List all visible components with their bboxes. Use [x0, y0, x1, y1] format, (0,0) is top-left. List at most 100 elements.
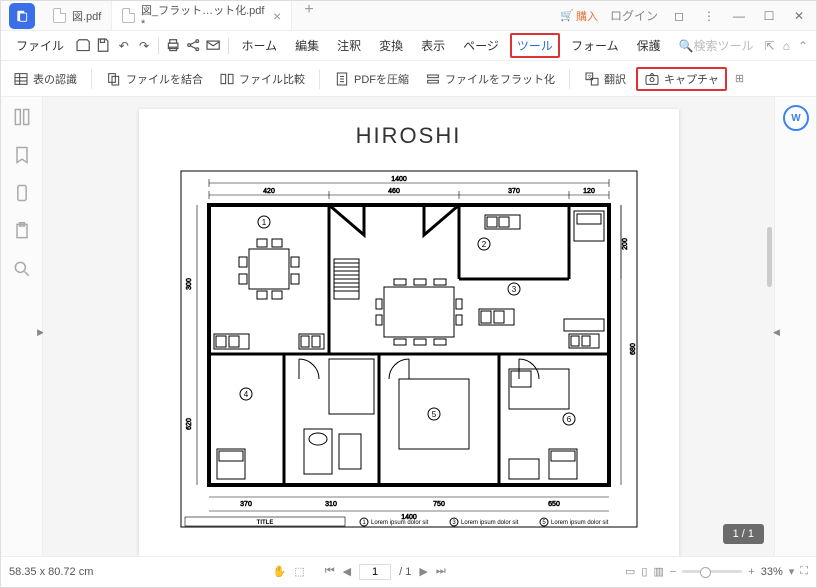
- svg-text:4: 4: [243, 390, 248, 399]
- svg-text:620: 620: [186, 418, 193, 430]
- first-page-icon[interactable]: ⏮: [325, 565, 335, 578]
- layout-icon[interactable]: ▥: [653, 565, 663, 578]
- zoom-slider[interactable]: [682, 570, 742, 573]
- menu-view[interactable]: 表示: [414, 33, 452, 58]
- svg-text:1: 1: [261, 218, 266, 227]
- menu-convert[interactable]: 変換: [372, 33, 410, 58]
- svg-text:6: 6: [566, 415, 571, 424]
- tool-compress-pdf[interactable]: PDFを圧縮: [328, 67, 415, 91]
- file-icon: [53, 8, 66, 23]
- fit-width-icon[interactable]: ▭: [625, 565, 635, 578]
- menubar-right: ⇱ ⌂ ⌃: [765, 39, 808, 53]
- zoom-value: 33%: [761, 566, 783, 578]
- zoom-out-icon[interactable]: −: [670, 566, 676, 578]
- tab-2[interactable]: 図_フラット…ット化.pdf * ×: [112, 1, 292, 30]
- svg-text:680: 680: [630, 343, 637, 355]
- zoom-in-icon[interactable]: +: [748, 566, 754, 578]
- menubar: ファイル ↶ ↷ ホーム 編集 注釈 変換 表示 ページ ツール フォーム 保護…: [1, 31, 816, 61]
- tool-flatten-file[interactable]: ファイルをフラット化: [419, 67, 561, 91]
- mail-icon[interactable]: [205, 35, 221, 57]
- select-tool-icon[interactable]: ⬚: [294, 565, 304, 578]
- attachment-icon[interactable]: [12, 183, 32, 203]
- bookmark-icon[interactable]: [12, 145, 32, 165]
- tool-translate[interactable]: 文 翻訳: [578, 67, 632, 91]
- close-icon[interactable]: ×: [273, 8, 281, 24]
- hand-tool-icon[interactable]: ✋: [273, 565, 287, 578]
- fullscreen-icon[interactable]: ⛶: [800, 565, 808, 578]
- tab-1[interactable]: 図.pdf: [43, 1, 112, 30]
- svg-text:300: 300: [186, 278, 193, 290]
- external-icon[interactable]: ⇱: [765, 39, 775, 53]
- statusbar: 58.35 x 80.72 cm ✋ ⬚ ⏮ ◀ / 1 ▶ ⏭ ▭ ▯ ▥ −…: [1, 556, 816, 586]
- status-right: ▭ ▯ ▥ − + 33% ▾ ⛶: [625, 565, 808, 578]
- page-number-input[interactable]: [359, 564, 391, 580]
- last-page-icon[interactable]: ⏭: [436, 565, 446, 578]
- toolbar: 表の認識 ファイルを結合 ファイル比較 PDFを圧縮 ファイルをフラット化 文 …: [1, 61, 816, 97]
- notification-icon[interactable]: ◻: [670, 9, 688, 23]
- close-button[interactable]: ✕: [790, 9, 808, 23]
- floorplan-drawing: 1400 420 460 370 120: [169, 159, 649, 539]
- tool-combine-files[interactable]: ファイルを結合: [100, 67, 209, 91]
- menu-page[interactable]: ページ: [456, 33, 506, 58]
- undo-icon[interactable]: ↶: [116, 35, 132, 57]
- menu-annotate[interactable]: 注釈: [330, 33, 368, 58]
- clipboard-icon[interactable]: [12, 221, 32, 241]
- print-icon[interactable]: [165, 35, 181, 57]
- more-icon[interactable]: ⋮: [700, 9, 718, 23]
- menu-tools[interactable]: ツール: [510, 33, 560, 58]
- tool-compare-files[interactable]: ファイル比較: [213, 67, 311, 91]
- svg-text:Lorem ipsum dolor sit: Lorem ipsum dolor sit: [461, 520, 519, 526]
- save-icon[interactable]: [95, 35, 111, 57]
- tool-table-recognition[interactable]: 表の認識: [7, 67, 83, 91]
- word-export-icon[interactable]: W: [783, 105, 809, 131]
- svg-text:2: 2: [481, 240, 486, 249]
- thumbnails-icon[interactable]: [12, 107, 32, 127]
- svg-text:1400: 1400: [391, 176, 407, 183]
- svg-text:Lorem ipsum dolor sit: Lorem ipsum dolor sit: [551, 520, 609, 526]
- minimize-button[interactable]: —: [730, 9, 748, 23]
- menu-protect[interactable]: 保護: [630, 33, 668, 58]
- tool-capture[interactable]: キャプチャ: [636, 67, 727, 91]
- svg-text:370: 370: [508, 188, 520, 195]
- page-dimensions: 58.35 x 80.72 cm: [9, 566, 93, 578]
- left-panel: ▶: [1, 97, 43, 556]
- search-icon[interactable]: [12, 259, 32, 279]
- menu-search-tools[interactable]: 🔍検索ツール: [672, 33, 761, 58]
- document-viewer[interactable]: HIROSHI 1400 420 460 370 120: [43, 97, 774, 556]
- file-icon: [122, 8, 135, 23]
- open-icon[interactable]: [75, 35, 91, 57]
- svg-text:5: 5: [431, 410, 436, 419]
- tool-more-apps-icon[interactable]: ⊞: [731, 72, 748, 85]
- svg-text:370: 370: [240, 501, 252, 508]
- svg-text:420: 420: [263, 188, 275, 195]
- redo-icon[interactable]: ↷: [136, 35, 152, 57]
- login-link[interactable]: ログイン: [610, 7, 658, 24]
- page-indicator-badge: 1 / 1: [723, 524, 764, 544]
- chevron-up-icon[interactable]: ⌃: [798, 39, 808, 53]
- svg-text:650: 650: [548, 501, 560, 508]
- svg-text:TITLE: TITLE: [256, 520, 273, 526]
- menu-form[interactable]: フォーム: [564, 33, 626, 58]
- next-page-icon[interactable]: ▶: [419, 565, 427, 578]
- fit-page-icon[interactable]: ▯: [641, 565, 647, 578]
- menu-home[interactable]: ホーム: [234, 33, 284, 58]
- home-icon[interactable]: ⌂: [783, 39, 790, 53]
- maximize-button[interactable]: ☐: [760, 9, 778, 23]
- page-total: / 1: [399, 566, 411, 578]
- right-panel: W ◀: [774, 97, 816, 556]
- titlebar: 図.pdf 図_フラット…ット化.pdf * × + 🛒購入 ログイン ◻ ⋮ …: [1, 1, 816, 31]
- add-tab-button[interactable]: +: [292, 1, 325, 30]
- menu-edit[interactable]: 編集: [288, 33, 326, 58]
- menu-file[interactable]: ファイル: [9, 33, 71, 58]
- status-center: ✋ ⬚ ⏮ ◀ / 1 ▶ ⏭: [93, 564, 625, 580]
- tab-label: 図_フラット…ット化.pdf *: [141, 2, 267, 30]
- expand-right-icon[interactable]: ◀: [773, 327, 780, 338]
- buy-link[interactable]: 🛒購入: [560, 8, 598, 24]
- tab-label: 図.pdf: [72, 8, 101, 24]
- svg-text:460: 460: [388, 188, 400, 195]
- share-icon[interactable]: [185, 35, 201, 57]
- svg-text:750: 750: [433, 501, 445, 508]
- svg-text:文: 文: [587, 73, 592, 80]
- prev-page-icon[interactable]: ◀: [343, 565, 351, 578]
- zoom-dropdown-icon[interactable]: ▾: [789, 565, 795, 578]
